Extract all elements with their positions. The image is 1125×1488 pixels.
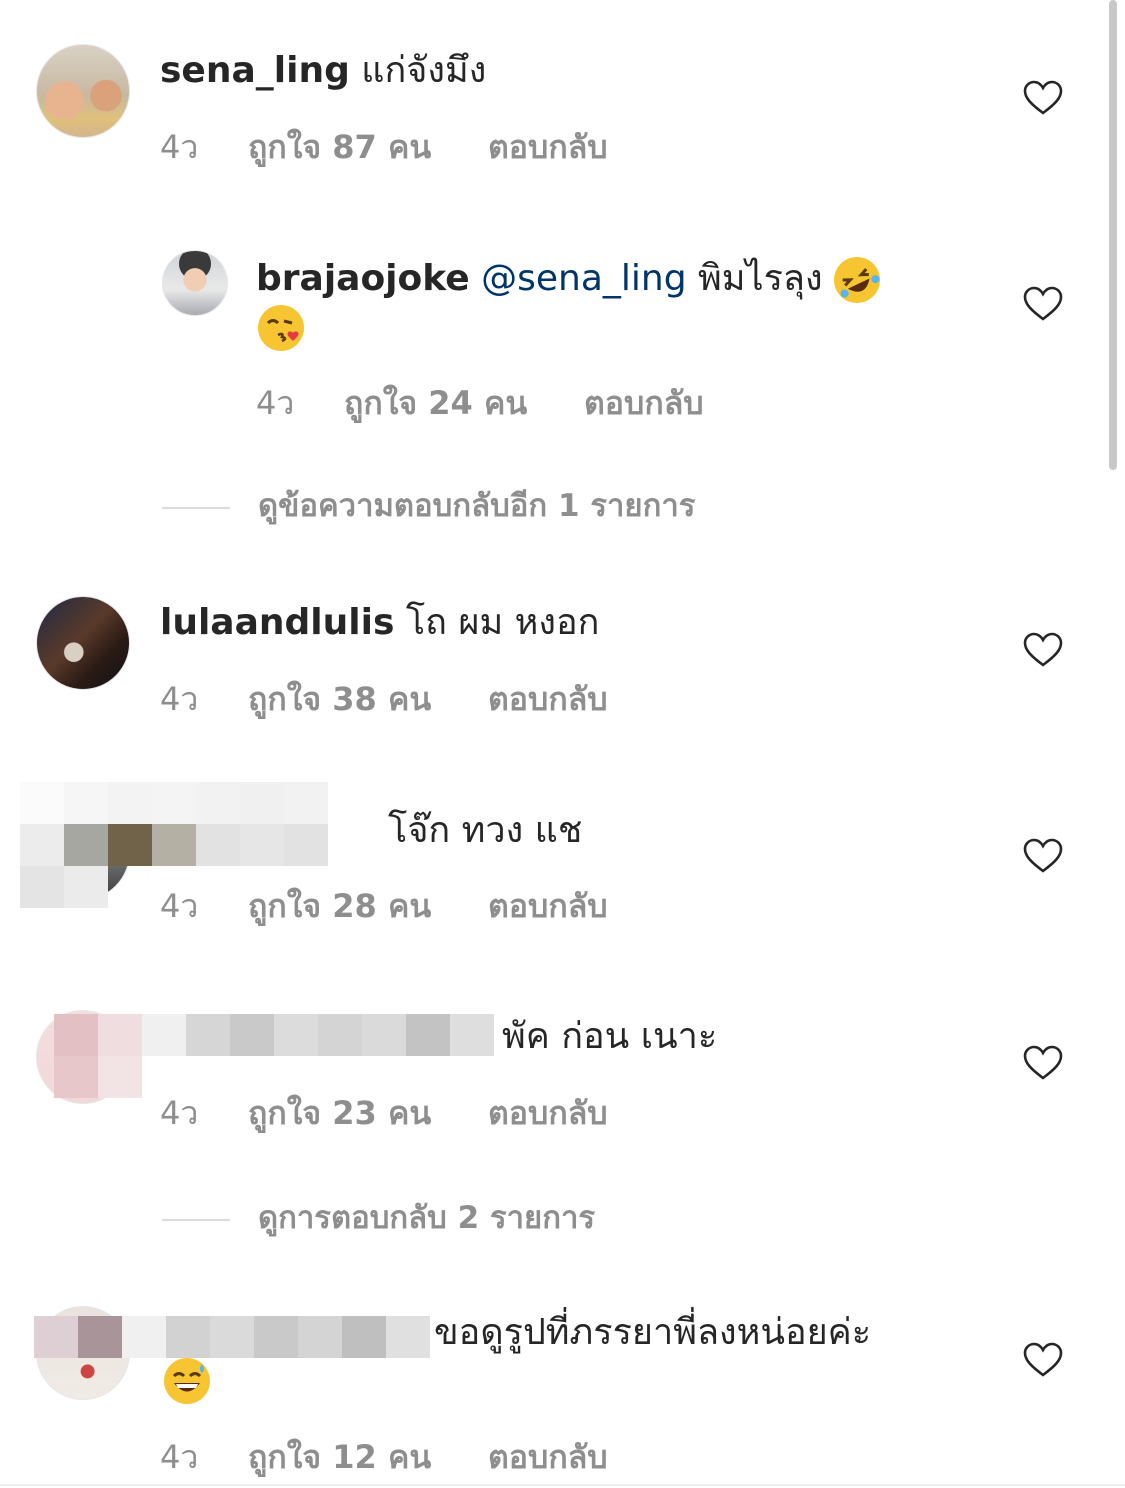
heart-icon[interactable] xyxy=(1023,286,1063,322)
comment-text: พัค ก่อน เนาะ xyxy=(502,1012,717,1062)
likes-count[interactable]: ถูกใจ 87 คน xyxy=(248,122,488,173)
scrollbar[interactable] xyxy=(1109,0,1117,470)
comment-message: พิมไรลุง xyxy=(698,258,823,299)
reply-button[interactable]: ตอบกลับ xyxy=(488,881,608,932)
heart-icon[interactable] xyxy=(1023,838,1063,874)
mention-link[interactable]: @sena_ling xyxy=(481,258,686,299)
emoji-line xyxy=(258,305,304,351)
comment-meta: 4ว ถูกใจ 28 คน ตอบกลับ xyxy=(160,881,608,932)
avatar[interactable] xyxy=(162,250,228,316)
heart-icon[interactable] xyxy=(1023,632,1063,668)
grinning-sweat-emoji-icon xyxy=(164,1358,210,1404)
pixelated-username xyxy=(20,782,370,908)
timestamp: 4ว xyxy=(160,1094,199,1132)
likes-count[interactable]: ถูกใจ 23 คน xyxy=(248,1088,488,1139)
comment-meta: 4ว ถูกใจ 87 คน ตอบกลับ xyxy=(160,122,608,173)
heart-icon[interactable] xyxy=(1023,1342,1063,1378)
rolling-laughing-emoji-icon xyxy=(826,249,888,311)
heart-icon[interactable] xyxy=(1023,80,1063,116)
comment-meta: 4ว ถูกใจ 38 คน ตอบกลับ xyxy=(160,674,608,725)
likes-count[interactable]: ถูกใจ 38 คน xyxy=(248,674,488,725)
view-more-label: ดูการตอบกลับ 2 รายการ xyxy=(258,1200,596,1236)
comment-text: โจ๊ก ทวง แช xyxy=(388,806,582,856)
comment-text: brajaojoke @sena_ling พิมไรลุง xyxy=(256,249,888,311)
comment-text: lulaandlulis โถ ผม หงอก xyxy=(160,598,599,648)
reply-button[interactable]: ตอบกลับ xyxy=(488,674,608,725)
username[interactable]: brajaojoke xyxy=(256,258,470,299)
bottom-divider xyxy=(0,1484,1125,1486)
comment-message: ขอดูรูปที่ภรรยาพี่ลงหน่อยค่ะ xyxy=(434,1312,872,1353)
timestamp: 4ว xyxy=(160,887,199,925)
comment-meta: 4ว ถูกใจ 12 คน ตอบกลับ xyxy=(160,1432,608,1483)
pixelated-username xyxy=(34,1316,434,1368)
username[interactable]: lulaandlulis xyxy=(160,602,394,643)
comment-text: ขอดูรูปที่ภรรยาพี่ลงหน่อยค่ะ xyxy=(434,1308,871,1358)
reply-button[interactable]: ตอบกลับ xyxy=(488,1432,608,1483)
comment-message: พัค ก่อน เนาะ xyxy=(502,1016,718,1057)
timestamp: 4ว xyxy=(160,1438,199,1476)
avatar[interactable] xyxy=(36,596,130,690)
likes-count[interactable]: ถูกใจ 28 คน xyxy=(248,881,488,932)
comment-message: โจ๊ก ทวง แช xyxy=(388,810,583,851)
comment-meta: 4ว ถูกใจ 24 คน ตอบกลับ xyxy=(256,378,704,429)
kiss-emoji-icon xyxy=(258,305,304,351)
divider-line xyxy=(162,1218,230,1221)
heart-icon[interactable] xyxy=(1023,1045,1063,1081)
reply-button[interactable]: ตอบกลับ xyxy=(488,1088,608,1139)
emoji-line xyxy=(164,1358,210,1404)
comments-screen: { "comments": [ { "username": "sena_ling… xyxy=(0,0,1125,1488)
view-more-label: ดูข้อความตอบกลับอีก 1 รายการ xyxy=(258,488,696,524)
username[interactable]: sena_ling xyxy=(160,50,350,91)
timestamp: 4ว xyxy=(256,384,295,422)
timestamp: 4ว xyxy=(160,128,199,166)
pixelated-username xyxy=(54,1014,496,1098)
comment-message: โถ ผม หงอก xyxy=(405,602,600,643)
timestamp: 4ว xyxy=(160,680,199,718)
comment-text: sena_ling แก่จังมึง xyxy=(160,46,486,96)
comment-message: แก่จังมึง xyxy=(361,50,487,91)
divider-line xyxy=(162,506,230,509)
reply-button[interactable]: ตอบกลับ xyxy=(584,378,704,429)
likes-count[interactable]: ถูกใจ 24 คน xyxy=(344,378,584,429)
likes-count[interactable]: ถูกใจ 12 คน xyxy=(248,1432,488,1483)
view-more-replies[interactable]: ดูข้อความตอบกลับอีก 1 รายการ xyxy=(162,486,695,526)
avatar[interactable] xyxy=(36,44,130,138)
reply-button[interactable]: ตอบกลับ xyxy=(488,122,608,173)
view-more-replies[interactable]: ดูการตอบกลับ 2 รายการ xyxy=(162,1198,595,1238)
comment-meta: 4ว ถูกใจ 23 คน ตอบกลับ xyxy=(160,1088,608,1139)
